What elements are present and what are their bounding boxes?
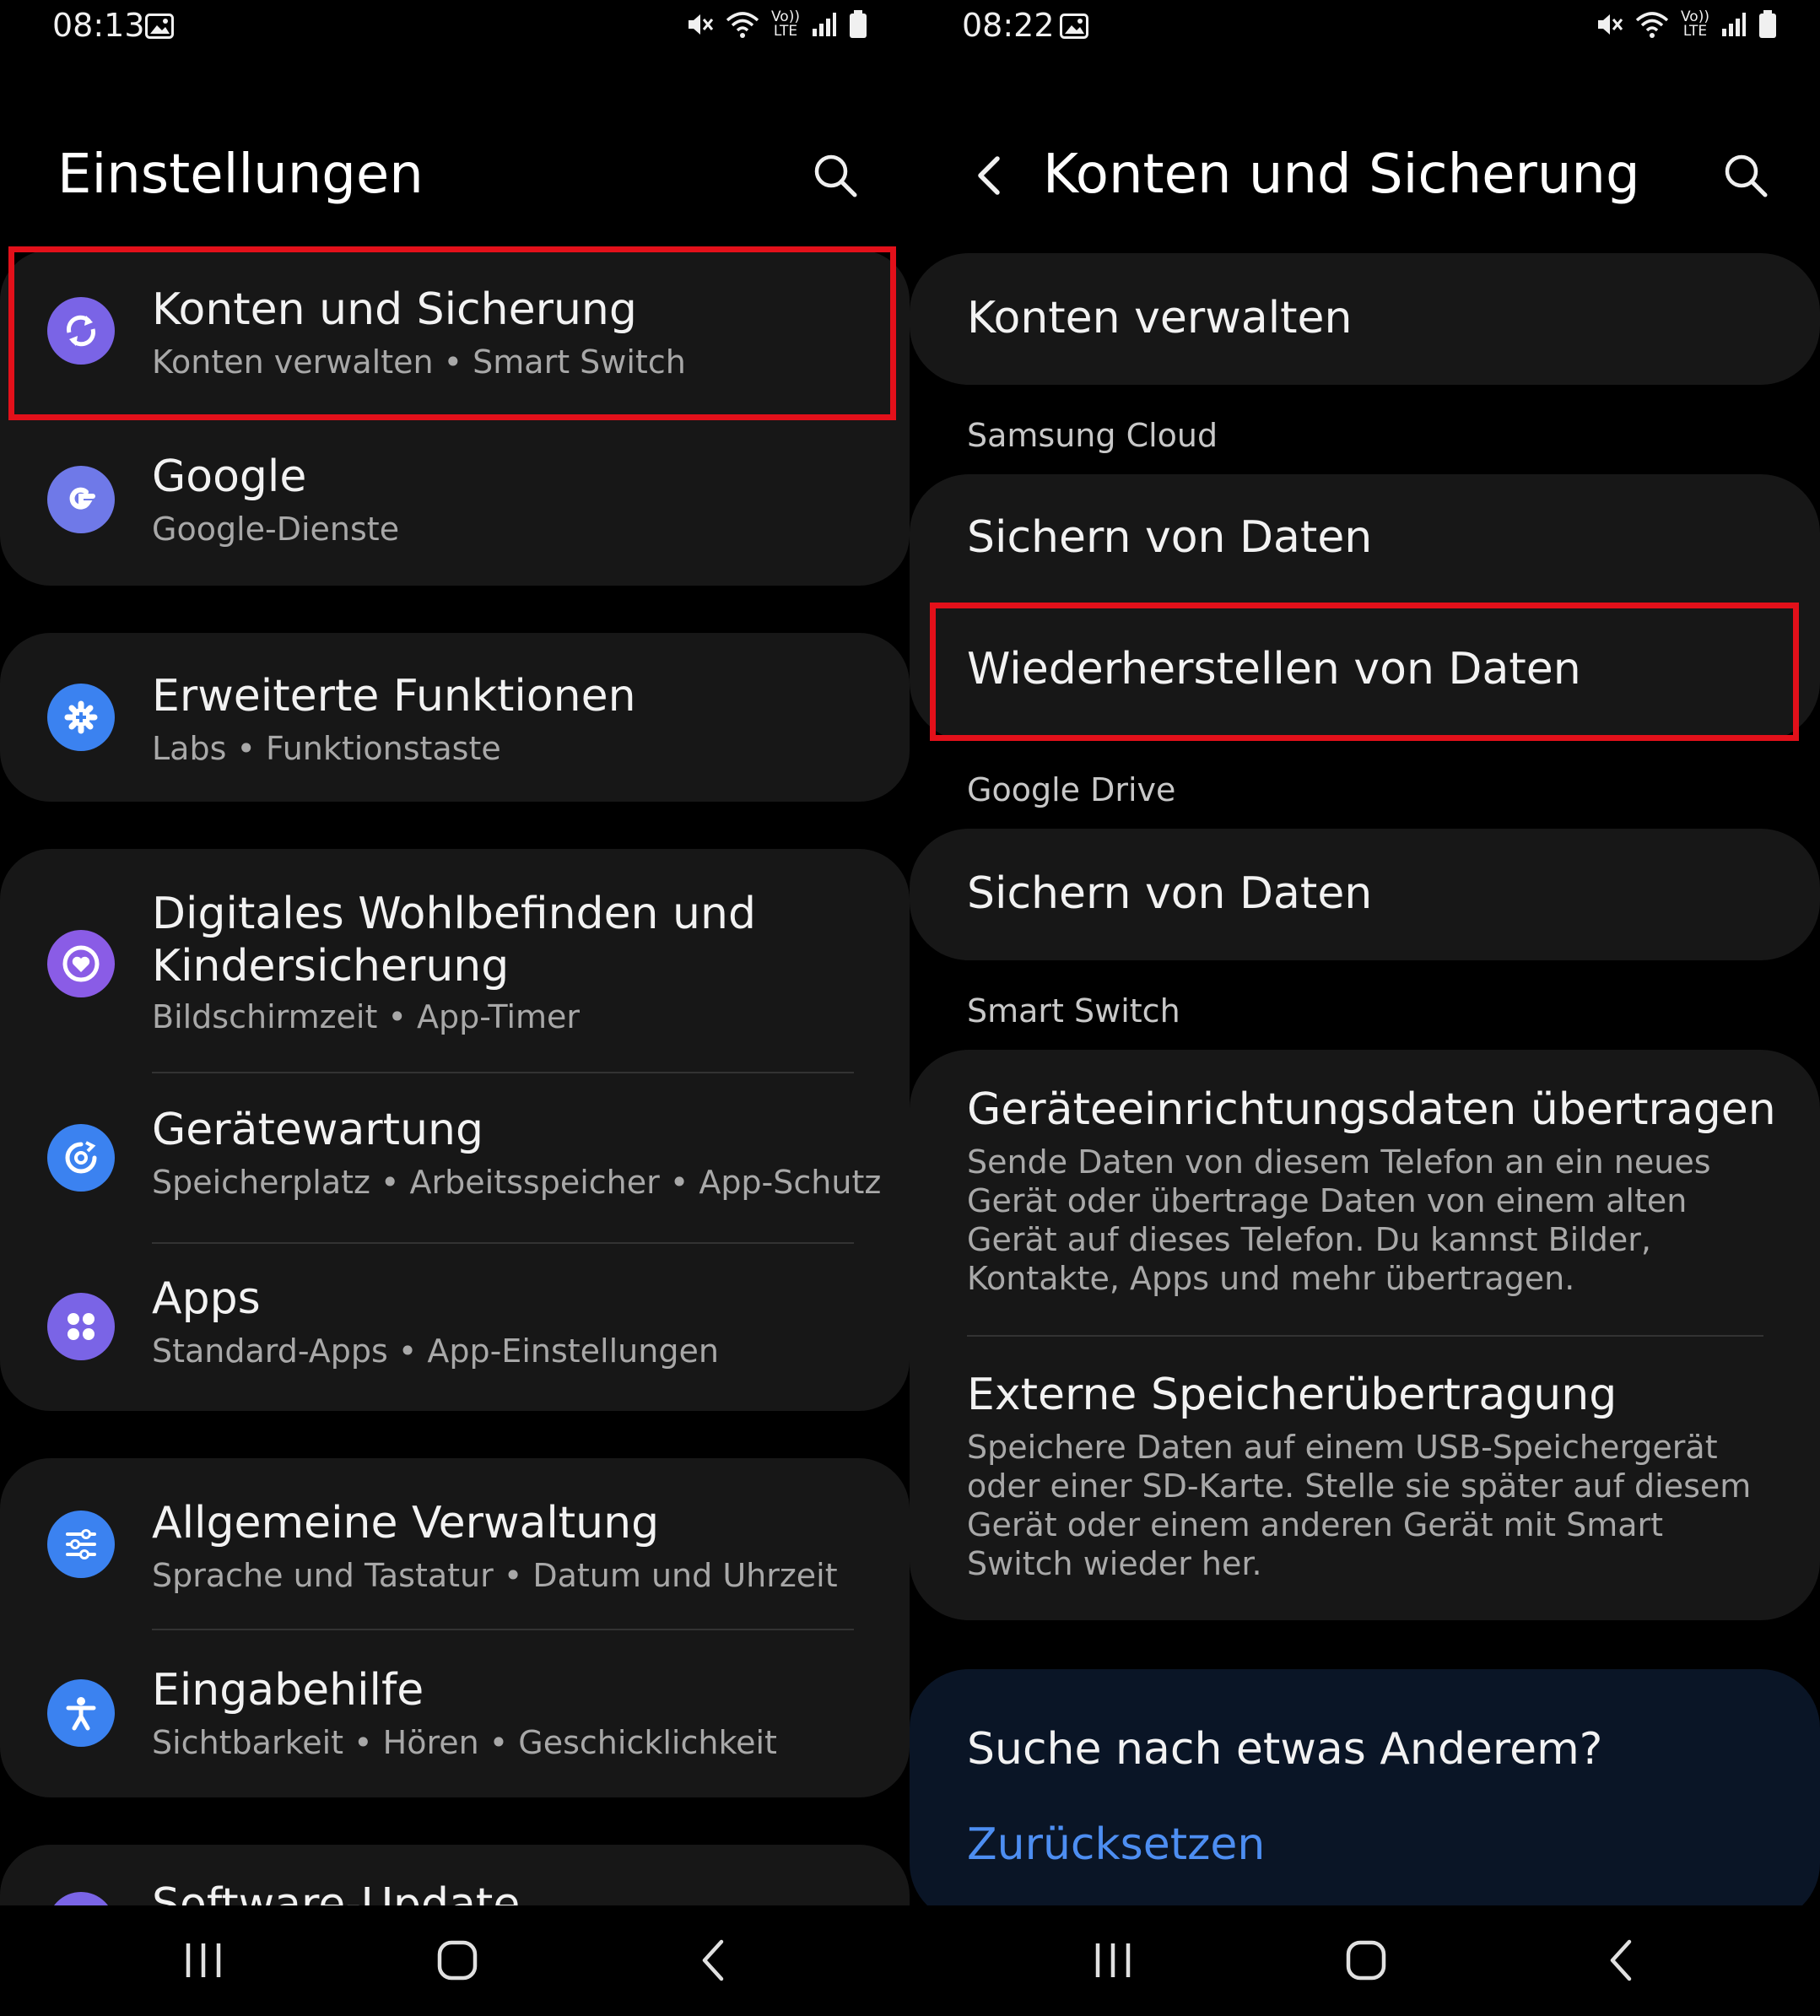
item-title: Erweiterte Funktionen bbox=[152, 671, 636, 722]
back-icon bbox=[1610, 1939, 1632, 1981]
list-item-advanced-features[interactable]: Erweiterte Funktionen Labs • Funktionsta… bbox=[0, 633, 910, 802]
item-subtitle: Standard-Apps • App-Einstellungen bbox=[152, 1332, 719, 1370]
battery-icon bbox=[850, 10, 867, 38]
samsung-backup-label: Sichern von Daten bbox=[967, 512, 1373, 563]
transfer-title: Geräteeinrichtungsdaten übertragen bbox=[967, 1084, 1776, 1135]
list-item-apps[interactable]: Apps Standard-Apps • App-Einstellungen bbox=[0, 1244, 910, 1411]
home-icon bbox=[437, 1940, 478, 1981]
settings-card-wellbeing: Digitales Wohlbefinden und Kindersicheru… bbox=[0, 849, 910, 1411]
item-title: Eingabehilfe bbox=[152, 1665, 424, 1716]
search-icon[interactable] bbox=[812, 152, 859, 199]
list-item-accessibility[interactable]: Eingabehilfe Sichtbarkeit • Hören • Gesc… bbox=[0, 1630, 910, 1797]
wifi-icon bbox=[726, 12, 759, 38]
smart-switch-card: Geräteeinrichtungsdaten übertragen Sende… bbox=[910, 1050, 1820, 1620]
home-icon bbox=[1346, 1940, 1386, 1981]
item-subtitle: Labs • Funktionstaste bbox=[152, 730, 501, 767]
recent-apps-icon bbox=[186, 1943, 221, 1977]
battery-icon bbox=[1759, 10, 1776, 38]
list-item-digital-wellbeing[interactable]: Digitales Wohlbefinden und Kindersicheru… bbox=[0, 849, 910, 1072]
manage-accounts-item[interactable]: Konten verwalten bbox=[910, 253, 1820, 385]
google-g-icon bbox=[47, 466, 115, 533]
accessibility-icon bbox=[47, 1679, 115, 1747]
mute-icon bbox=[689, 14, 714, 35]
external-title: Externe Speicherübertragung bbox=[967, 1370, 1617, 1420]
signal-icon bbox=[1722, 13, 1746, 36]
item-subtitle: Google-Dienste bbox=[152, 511, 400, 548]
samsung-backup-item[interactable]: Sichern von Daten bbox=[910, 474, 1820, 608]
gallery-notification-icon bbox=[1060, 14, 1088, 39]
device-care-icon bbox=[47, 1124, 115, 1192]
settings-screen: 08:13 Vo)) LTE Einstellungen Konten und … bbox=[0, 0, 910, 2016]
recent-apps-button[interactable] bbox=[174, 1931, 233, 1990]
back-icon bbox=[702, 1939, 724, 1981]
status-icons: Vo)) LTE bbox=[685, 10, 867, 39]
manage-accounts-label: Konten verwalten bbox=[967, 293, 1353, 343]
status-icons: Vo)) LTE bbox=[1595, 10, 1777, 39]
external-description: Speichere Daten auf einem USB-Speicherge… bbox=[967, 1429, 1752, 1582]
highlight-box-restore bbox=[930, 603, 1799, 741]
puzzle-gear-icon bbox=[47, 684, 115, 751]
page-title: Konten und Sicherung bbox=[1043, 143, 1640, 206]
search-icon[interactable] bbox=[1722, 152, 1769, 199]
volte-indicator: Vo)) LTE bbox=[771, 10, 800, 39]
back-button[interactable] bbox=[683, 1931, 743, 1990]
home-button[interactable] bbox=[428, 1931, 487, 1990]
sliders-icon bbox=[47, 1511, 115, 1578]
list-item-google[interactable]: Google Google-Dienste bbox=[0, 419, 910, 586]
recent-apps-icon bbox=[1095, 1943, 1131, 1977]
settings-card-advanced: Erweiterte Funktionen Labs • Funktionsta… bbox=[0, 633, 910, 802]
item-title: Apps bbox=[152, 1273, 261, 1324]
recent-apps-button[interactable] bbox=[1083, 1931, 1142, 1990]
section-label-samsung-cloud: Samsung Cloud bbox=[967, 417, 1218, 454]
item-subtitle: Sprache und Tastatur • Datum und Uhrzeit bbox=[152, 1557, 838, 1594]
gallery-notification-icon bbox=[145, 14, 174, 39]
google-backup-item[interactable]: Sichern von Daten bbox=[910, 829, 1820, 960]
section-label-google-drive: Google Drive bbox=[967, 771, 1176, 808]
transfer-description: Sende Daten von diesem Telefon an ein ne… bbox=[967, 1143, 1711, 1297]
item-title: Google bbox=[152, 451, 307, 502]
signal-icon bbox=[813, 13, 836, 36]
reset-link[interactable]: Zurücksetzen bbox=[967, 1819, 1265, 1870]
item-subtitle: Bildschirmzeit • App-Timer bbox=[152, 998, 581, 1035]
navigation-bar bbox=[910, 1905, 1820, 2016]
suggestion-title: Suche nach etwas Anderem? bbox=[967, 1724, 1603, 1775]
settings-card-general: Allgemeine Verwaltung Sprache und Tastat… bbox=[0, 1458, 910, 1797]
highlight-box-accounts bbox=[8, 246, 896, 420]
apps-grid-icon bbox=[47, 1293, 115, 1360]
volte-bottom: LTE bbox=[773, 23, 798, 40]
item-title: Gerätewartung bbox=[152, 1105, 483, 1155]
status-time: 08:13 bbox=[52, 7, 145, 44]
google-backup-label: Sichern von Daten bbox=[967, 868, 1373, 919]
status-time: 08:22 bbox=[962, 7, 1055, 44]
heart-circle-icon bbox=[47, 930, 115, 997]
accounts-backup-screen: 08:22 Vo)) LTE Konten und Sicherung Kont… bbox=[910, 0, 1820, 2016]
mute-icon bbox=[1598, 14, 1623, 35]
page-title: Einstellungen bbox=[57, 143, 424, 206]
back-arrow-icon[interactable] bbox=[967, 152, 1014, 199]
navigation-bar bbox=[0, 1905, 910, 2016]
item-subtitle: Sichtbarkeit • Hören • Geschicklichkeit bbox=[152, 1724, 777, 1761]
list-item-device-care[interactable]: Gerätewartung Speicherplatz • Arbeitsspe… bbox=[0, 1073, 910, 1242]
home-button[interactable] bbox=[1337, 1931, 1396, 1990]
suggestion-card: Suche nach etwas Anderem? Zurücksetzen bbox=[910, 1669, 1820, 1922]
item-title-line2: Kindersicherung bbox=[152, 941, 510, 992]
section-label-smart-switch: Smart Switch bbox=[967, 992, 1180, 1030]
transfer-setup-data-item[interactable]: Geräteeinrichtungsdaten übertragen Sende… bbox=[910, 1050, 1820, 1335]
external-storage-transfer-item[interactable]: Externe Speicherübertragung Speichere Da… bbox=[910, 1337, 1820, 1620]
item-title-line1: Digitales Wohlbefinden und bbox=[152, 889, 756, 939]
volte-bottom: LTE bbox=[1682, 23, 1708, 40]
item-title: Allgemeine Verwaltung bbox=[152, 1498, 660, 1548]
list-item-general-management[interactable]: Allgemeine Verwaltung Sprache und Tastat… bbox=[0, 1458, 910, 1627]
back-button[interactable] bbox=[1591, 1931, 1650, 1990]
wifi-icon bbox=[1635, 12, 1669, 38]
volte-indicator: Vo)) LTE bbox=[1681, 10, 1709, 39]
item-subtitle: Speicherplatz • Arbeitsspeicher • App-Sc… bbox=[152, 1164, 882, 1201]
